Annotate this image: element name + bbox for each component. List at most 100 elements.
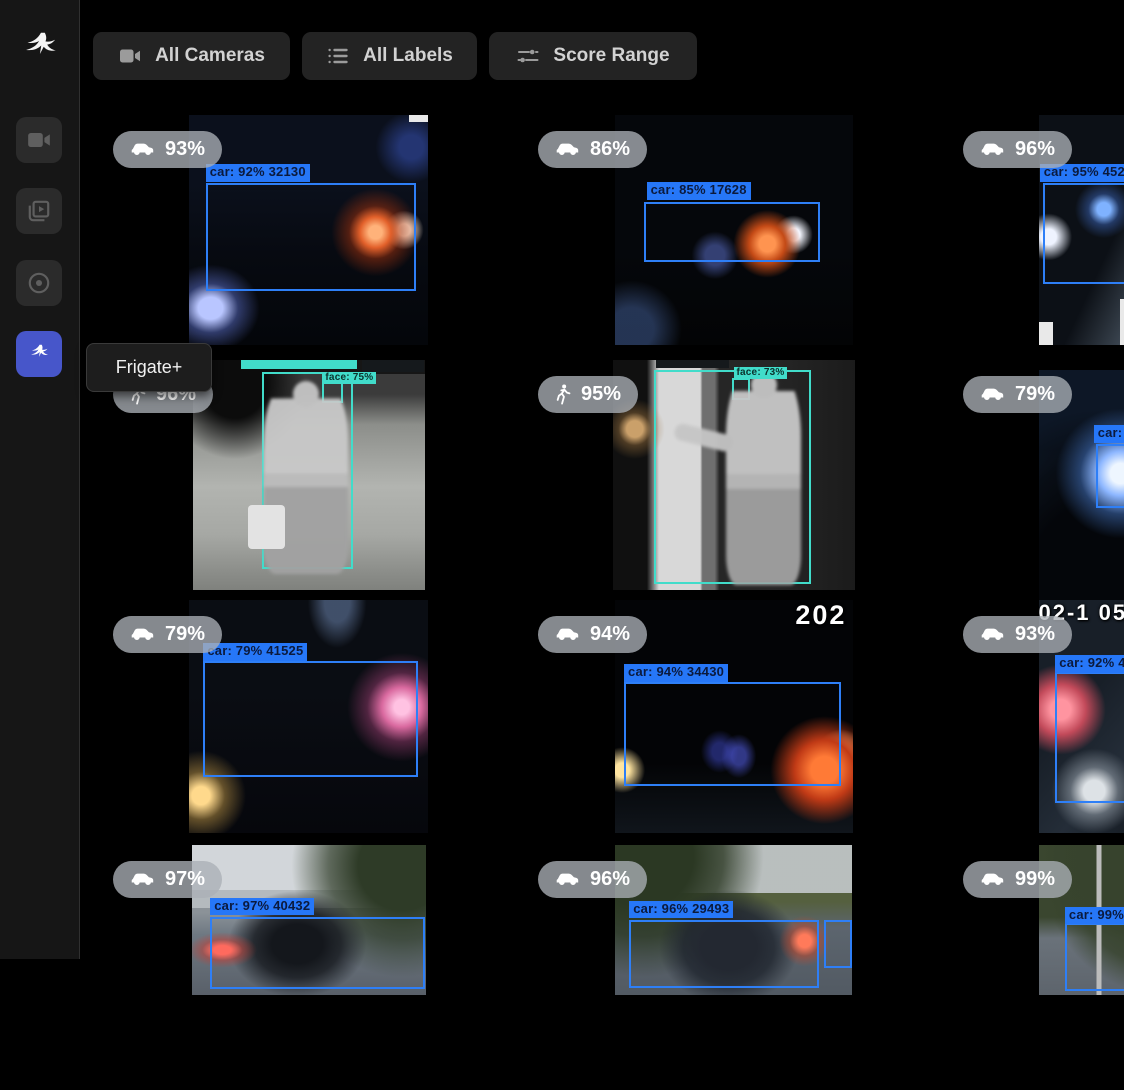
overlay-strip xyxy=(409,115,428,122)
list-icon xyxy=(326,44,350,68)
score-badge: 96% xyxy=(963,131,1072,168)
detection-thumbnail[interactable]: car: 92% 32130 xyxy=(189,115,428,345)
score-badge: 79% xyxy=(963,376,1072,413)
overlay-strip xyxy=(362,360,425,372)
detection-thumbnail[interactable]: car: 96% 29493 xyxy=(615,845,852,995)
sidebar-item-review[interactable] xyxy=(16,188,62,234)
score-text: 96% xyxy=(1015,138,1055,161)
score-badge: 94% xyxy=(538,616,647,653)
detection-thumbnail[interactable]: car: 97% 40432 xyxy=(192,845,426,995)
detection-label: face: 73% xyxy=(734,367,788,380)
bounding-box xyxy=(1043,183,1124,284)
detection-thumbnail[interactable]: face: 75% xyxy=(193,360,425,590)
car-icon xyxy=(130,140,155,160)
score-range-filter[interactable]: Score Range xyxy=(489,32,697,80)
bounding-box xyxy=(824,920,852,968)
filter-label: All Cameras xyxy=(155,45,265,67)
detection-label: car: 92% 4218 xyxy=(1055,655,1124,673)
detection-label: car: 79% 41525 xyxy=(203,643,307,661)
detection-label: car: 79% xyxy=(1094,425,1124,443)
submission-card[interactable]: 96% face: 75% xyxy=(96,360,521,605)
car-icon xyxy=(980,385,1005,405)
camera-icon xyxy=(118,44,142,68)
detection-thumbnail[interactable]: car: 94% 34430 202 xyxy=(615,600,853,833)
person-icon xyxy=(555,384,571,405)
submission-card[interactable]: 79% car: 79% xyxy=(946,360,1124,605)
frigate-plus-tooltip: Frigate+ xyxy=(86,343,212,392)
score-text: 93% xyxy=(1015,623,1055,646)
submission-card[interactable]: 95% face: 73% xyxy=(521,360,946,605)
score-text: 79% xyxy=(165,623,205,646)
score-badge: 93% xyxy=(963,616,1072,653)
bounding-box xyxy=(624,682,841,787)
bounding-box xyxy=(210,917,425,989)
thumbnail-grid: 93% car: 92% 32130 86% car: 85% 17628 96… xyxy=(0,0,1124,959)
bounding-box xyxy=(203,661,418,778)
detection-thumbnail[interactable]: face: 73% xyxy=(613,360,855,590)
filter-label: Score Range xyxy=(553,45,669,67)
detection-thumbnail[interactable]: car: 85% 17628 xyxy=(615,115,853,345)
score-text: 93% xyxy=(165,138,205,161)
bird-icon xyxy=(26,341,52,367)
person-figure xyxy=(726,372,801,586)
bounding-box xyxy=(644,202,820,262)
filter-label: All Labels xyxy=(363,45,453,67)
overlay-strip xyxy=(1120,299,1124,345)
submission-card[interactable]: 97% car: 97% 40432 xyxy=(96,845,521,1090)
car-icon xyxy=(555,140,580,160)
tooltip-text: Frigate+ xyxy=(116,357,183,378)
all-cameras-filter[interactable]: All Cameras xyxy=(93,32,290,80)
score-text: 79% xyxy=(1015,383,1055,406)
score-badge: 93% xyxy=(113,131,222,168)
submission-card[interactable]: 79% car: 79% 41525 xyxy=(96,600,521,845)
score-text: 97% xyxy=(165,868,205,891)
video-camera-icon xyxy=(26,127,52,153)
bounding-box xyxy=(1055,672,1124,802)
sidebar-item-frigate-plus[interactable] xyxy=(16,331,62,377)
bounding-box xyxy=(1065,923,1124,991)
score-text: 99% xyxy=(1015,868,1055,891)
disc-icon xyxy=(26,270,52,296)
submission-card[interactable]: 94% car: 94% 34430 202 xyxy=(521,600,946,845)
score-badge: 99% xyxy=(963,861,1072,898)
score-badge: 86% xyxy=(538,131,647,168)
sidebar-item-live[interactable] xyxy=(16,117,62,163)
submission-card[interactable]: 99% car: 99% 25 xyxy=(946,845,1124,1090)
sliders-icon xyxy=(516,44,540,68)
overlay-strip xyxy=(241,360,357,369)
car-icon xyxy=(130,625,155,645)
car-icon xyxy=(130,870,155,890)
score-badge: 79% xyxy=(113,616,222,653)
review-icon xyxy=(26,198,52,224)
submission-card[interactable]: 96% car: 96% 29493 xyxy=(521,845,946,1090)
detection-label: car: 85% 17628 xyxy=(647,182,751,200)
car-icon xyxy=(980,625,1005,645)
submission-card[interactable]: 93% car: 92% 32130 xyxy=(96,115,521,360)
score-text: 86% xyxy=(590,138,630,161)
score-text: 95% xyxy=(581,383,621,406)
submission-card[interactable]: 96% car: 95% 45260 xyxy=(946,115,1124,360)
detection-label: car: 96% 29493 xyxy=(629,901,733,919)
submission-card[interactable]: 86% car: 85% 17628 xyxy=(521,115,946,360)
score-badge: 97% xyxy=(113,861,222,898)
overlay-strip xyxy=(248,505,285,549)
score-badge: 96% xyxy=(538,861,647,898)
detection-label: car: 97% 40432 xyxy=(210,898,314,916)
all-labels-filter[interactable]: All Labels xyxy=(302,32,477,80)
car-icon xyxy=(555,625,580,645)
score-text: 94% xyxy=(590,623,630,646)
detection-label: face: 75% xyxy=(322,372,376,385)
score-badge: 95% xyxy=(538,376,638,413)
detection-thumbnail[interactable]: car: 79% 41525 xyxy=(189,600,428,833)
timestamp-overlay: 202 xyxy=(795,600,846,631)
overlay-strip xyxy=(1039,322,1053,345)
detection-label: car: 92% 32130 xyxy=(206,164,310,182)
score-text: 96% xyxy=(590,868,630,891)
car-icon xyxy=(555,870,580,890)
detection-label: car: 99% 25 xyxy=(1065,907,1124,925)
bounding-box xyxy=(629,920,819,988)
frigate-plus-submissions-page: { "app": {"name": "Frigate"}, "colors": … xyxy=(0,0,1124,959)
sidebar-item-export[interactable] xyxy=(16,260,62,306)
detection-label: car: 94% 34430 xyxy=(624,664,728,682)
submission-card[interactable]: 93% car: 92% 421802-1 05 0 xyxy=(946,600,1124,845)
